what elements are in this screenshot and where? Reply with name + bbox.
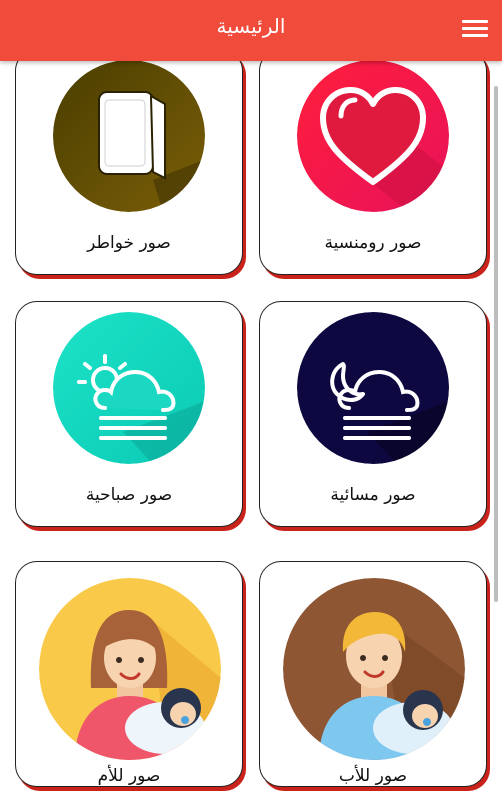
heart-icon bbox=[297, 61, 449, 212]
app-header: الرئيسية bbox=[0, 0, 502, 61]
category-grid: صور رومنسية صور خواطر صور مسائية صور صبا… bbox=[0, 61, 502, 800]
card-thoughts[interactable]: صور خواطر bbox=[15, 61, 243, 275]
card-label: صور مسائية bbox=[330, 485, 416, 505]
card-evening[interactable]: صور مسائية bbox=[259, 301, 487, 527]
hamburger-icon[interactable] bbox=[462, 20, 488, 42]
sun-cloud-icon bbox=[53, 312, 205, 464]
card-label: صور خواطر bbox=[87, 233, 171, 253]
card-label: صور رومنسية bbox=[324, 233, 422, 253]
card-father[interactable]: صور للأب bbox=[259, 561, 487, 787]
scrollbar[interactable] bbox=[494, 86, 498, 602]
book-icon bbox=[53, 61, 205, 212]
mother-baby-icon bbox=[39, 578, 221, 760]
father-baby-icon bbox=[283, 578, 465, 760]
card-mother[interactable]: صور للأم bbox=[15, 561, 243, 787]
card-romantic[interactable]: صور رومنسية bbox=[259, 61, 487, 275]
card-morning[interactable]: صور صباحية bbox=[15, 301, 243, 527]
card-label: صور صباحية bbox=[85, 485, 173, 505]
page-title: الرئيسية bbox=[216, 14, 286, 38]
night-cloud-icon bbox=[297, 312, 449, 464]
card-label: صور للأب bbox=[338, 766, 408, 786]
card-label: صور للأم bbox=[97, 766, 161, 786]
